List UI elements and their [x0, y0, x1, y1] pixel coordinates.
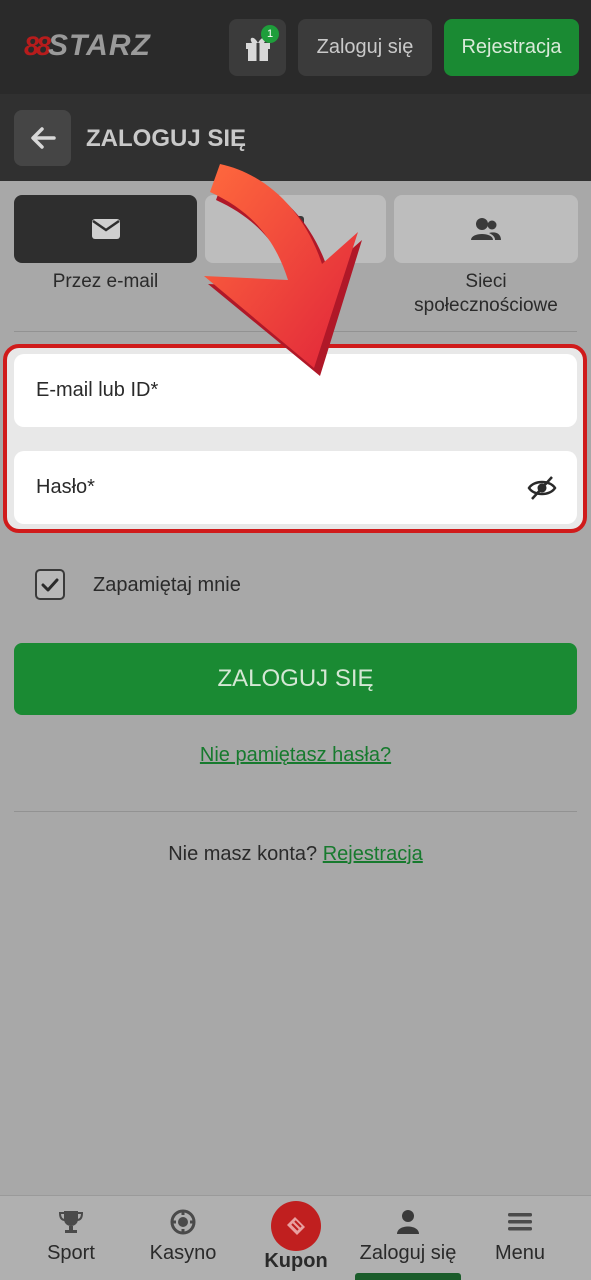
register-link[interactable]: Rejestracja [323, 843, 423, 865]
checkmark-icon [41, 578, 59, 591]
nav-login-label: Zaloguj się [359, 1242, 457, 1264]
nav-sport-label: Sport [47, 1242, 95, 1264]
active-tab-indicator [355, 1273, 461, 1280]
nav-kasyno-label: Kasyno [149, 1242, 217, 1264]
gift-button[interactable]: 1 [229, 19, 286, 76]
password-placeholder: Hasło* [36, 476, 95, 498]
forgot-password-text[interactable]: Nie pamiętasz hasła? [200, 744, 391, 766]
trophy-icon [58, 1211, 84, 1233]
tab-social-label-text: Sieci społecznościowe [414, 271, 558, 316]
back-button[interactable] [14, 110, 71, 166]
logo-prefix: 88 [24, 30, 51, 61]
nav-menu-label: Menu [494, 1242, 546, 1264]
user-icon [397, 1210, 419, 1234]
nav-kasyno[interactable]: Kasyno [138, 1195, 228, 1280]
hamburger-icon [508, 1213, 532, 1231]
ticket-icon [287, 1217, 305, 1235]
password-field[interactable]: Hasło* [14, 451, 577, 524]
eye-off-icon[interactable] [527, 475, 557, 501]
page-title: ZALOGUJ SIĘ [86, 125, 247, 152]
nav-kupon[interactable] [271, 1201, 321, 1251]
email-placeholder: E-mail lub ID* [36, 379, 159, 401]
tab-social[interactable] [394, 195, 578, 263]
no-account-text: Nie masz konta? [168, 843, 318, 865]
arrow-left-icon [30, 127, 56, 149]
nav-sport[interactable]: Sport [26, 1195, 116, 1280]
register-button-header[interactable]: Rejestracja [444, 19, 579, 76]
logo[interactable]: 88 STARZ [24, 29, 151, 62]
tab-social-label: Sieci społecznościowe [394, 270, 578, 318]
tab-email[interactable] [14, 195, 197, 263]
logo-text: STARZ [48, 29, 151, 62]
envelope-icon [91, 219, 120, 239]
gift-count-badge: 1 [261, 25, 279, 43]
forgot-password-link[interactable]: Nie pamiętasz hasła? [0, 744, 591, 767]
pointer-arrow-graphic [204, 164, 362, 376]
top-bar: 88 STARZ 1 Zaloguj się Rejestracja [0, 0, 591, 94]
casino-chip-icon [170, 1209, 196, 1235]
nav-kupon-label[interactable]: Kupon [246, 1250, 346, 1273]
divider [14, 811, 577, 812]
users-icon [471, 218, 501, 240]
nav-menu[interactable]: Menu [480, 1195, 560, 1280]
tab-email-label: Przez e-mail [52, 271, 159, 292]
no-account-row: Nie masz konta? Rejestracja [0, 843, 591, 866]
login-button-header[interactable]: Zaloguj się [298, 19, 432, 76]
login-submit-button[interactable]: ZALOGUJ SIĘ [14, 643, 577, 715]
nav-login[interactable]: Zaloguj się [350, 1195, 466, 1280]
remember-checkbox[interactable] [35, 569, 65, 600]
remember-label[interactable]: Zapamiętaj mnie [93, 574, 241, 597]
